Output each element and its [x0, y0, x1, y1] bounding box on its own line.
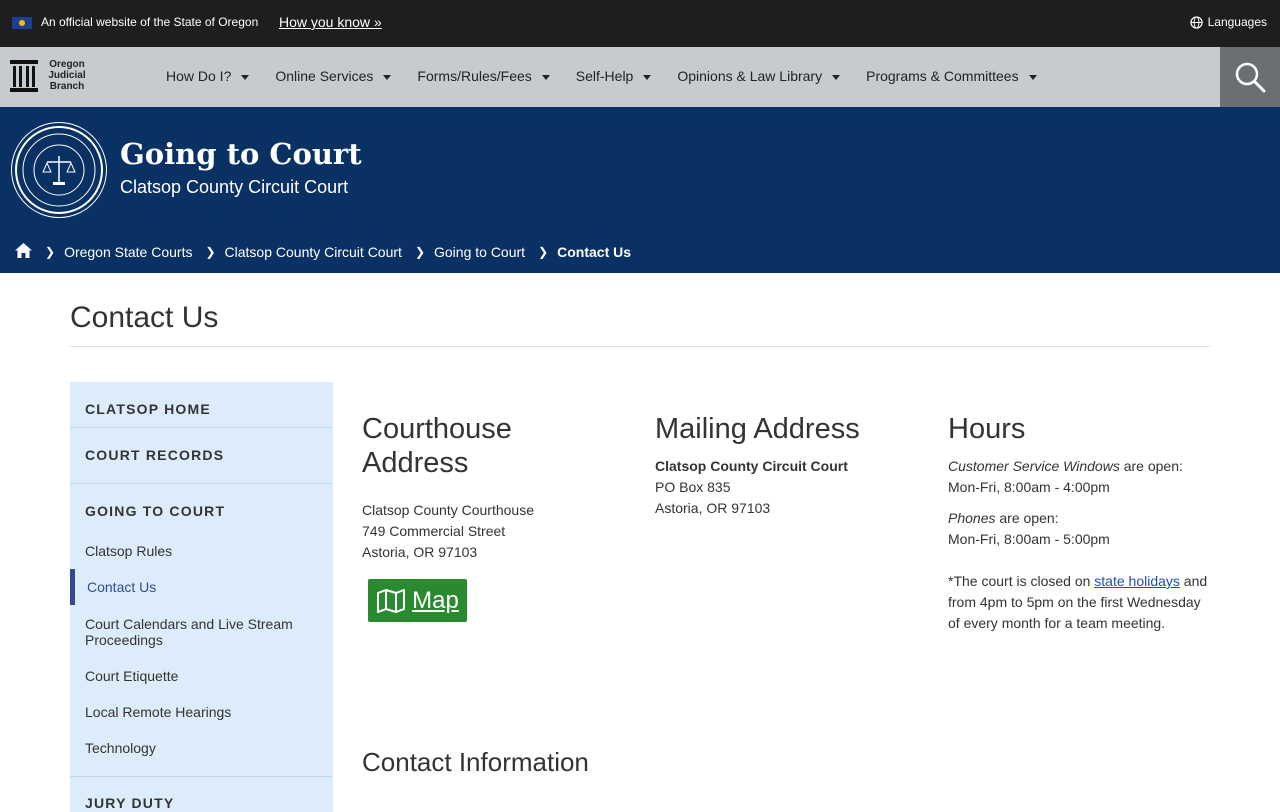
breadcrumb: ❯ Oregon State Courts ❯ Clatsop County C…: [15, 243, 631, 261]
csw-label: Customer Service Windows: [948, 458, 1120, 474]
menu-online-services[interactable]: Online Services: [275, 68, 392, 84]
sidebar: CLATSOP HOME COURT RECORDS GOING TO COUR…: [70, 382, 333, 812]
search-button[interactable]: [1220, 47, 1280, 107]
sidebar-item-clatsop-rules[interactable]: Clatsop Rules: [85, 543, 315, 559]
caret-down-icon: [1028, 75, 1037, 80]
menu-label: Forms/Rules/Fees: [417, 68, 532, 84]
breadcrumb-item[interactable]: Going to Court: [434, 244, 525, 260]
logo-line: Judicial: [48, 70, 86, 81]
caret-down-icon: [241, 75, 250, 80]
official-text: An official website of the State of Oreg…: [41, 15, 259, 29]
menu-forms-rules-fees[interactable]: Forms/Rules/Fees: [417, 68, 550, 84]
courthouse-heading: Courthouse Address: [362, 413, 512, 479]
menu-label: Opinions & Law Library: [677, 68, 823, 84]
languages-button[interactable]: Languages: [1189, 15, 1267, 29]
chevron-right-icon: ❯: [205, 245, 216, 259]
logo-text: Oregon Judicial Branch: [44, 59, 90, 92]
how-you-know-link[interactable]: How you know »: [279, 14, 382, 30]
address-line: 749 Commercial Street: [362, 523, 506, 539]
chevron-right-icon: ❯: [414, 245, 425, 259]
caret-down-icon: [643, 75, 652, 80]
mailing-line: PO Box 835: [655, 479, 731, 495]
map-icon: [377, 588, 406, 613]
menu-label: How Do I?: [166, 68, 232, 84]
address-line: Clatsop County Courthouse: [362, 502, 534, 518]
sidebar-section-jury-duty[interactable]: JURY DUTY: [85, 795, 174, 811]
phones-suffix: are open:: [995, 510, 1059, 526]
breadcrumb-current: Contact Us: [557, 244, 632, 260]
address-line: Astoria, OR 97103: [362, 544, 478, 560]
sidebar-item-court-etiquette[interactable]: Court Etiquette: [85, 668, 315, 684]
mailing-line: Astoria, OR 97103: [655, 500, 771, 516]
sidebar-section-clatsop-home[interactable]: CLATSOP HOME: [85, 401, 211, 417]
home-icon: [15, 243, 32, 258]
sidebar-divider: [70, 776, 333, 777]
csw-time: Mon-Fri, 8:00am - 4:00pm: [948, 479, 1110, 495]
sidebar-section-going-to-court[interactable]: GOING TO COURT: [85, 503, 225, 519]
breadcrumb-item[interactable]: Oregon State Courts: [64, 244, 192, 260]
caret-down-icon: [383, 75, 392, 80]
judicial-seal-icon: [15, 126, 103, 214]
csw-suffix: are open:: [1119, 458, 1183, 474]
breadcrumb-home[interactable]: [15, 243, 32, 261]
menu-opinions-law-library[interactable]: Opinions & Law Library: [677, 68, 841, 84]
closure-prefix: *The court is closed on: [948, 573, 1095, 589]
oregon-flag-icon: [12, 17, 32, 29]
sidebar-item-local-remote-hearings[interactable]: Local Remote Hearings: [85, 704, 315, 720]
hero-title: Going to Court: [120, 137, 362, 171]
caret-down-icon: [541, 75, 550, 80]
mailing-address: Mailing Address Clatsop County Circuit C…: [655, 412, 915, 519]
globe-icon: [1189, 15, 1203, 29]
phones-time: Mon-Fri, 8:00am - 5:00pm: [948, 531, 1110, 547]
menu-label: Online Services: [275, 68, 374, 84]
menu-label: Self-Help: [575, 68, 634, 84]
hero-subtitle: Clatsop County Circuit Court: [120, 177, 349, 197]
contact-heading: Contact Information: [362, 747, 589, 777]
hours: Hours Customer Service Windows are open:…: [948, 412, 1210, 634]
csw-hours: Customer Service Windows are open:: [948, 456, 1210, 477]
active-indicator: [70, 569, 75, 605]
search-icon: [1235, 62, 1266, 93]
sidebar-item-technology[interactable]: Technology: [85, 740, 315, 756]
caret-down-icon: [832, 75, 841, 80]
pillar-logo-icon: [10, 59, 38, 92]
state-holidays-link[interactable]: state holidays: [1094, 573, 1180, 589]
menu-self-help[interactable]: Self-Help: [576, 68, 652, 84]
courthouse-address: Courthouse Address Clatsop County Courth…: [362, 412, 612, 563]
page-title: Contact Us: [70, 301, 219, 334]
menu-how-do-i[interactable]: How Do I?: [166, 68, 250, 84]
logo-line: Oregon: [49, 59, 85, 70]
closure-note: *The court is closed on state holidays a…: [948, 571, 1210, 634]
page-hero: Going to Court Clatsop County Circuit Co…: [0, 107, 1280, 273]
mailing-name: Clatsop County Circuit Court: [655, 458, 848, 474]
main-nav: Oregon Judicial Branch How Do I? Online …: [0, 47, 1280, 107]
sidebar-section-court-records[interactable]: COURT RECORDS: [85, 447, 224, 463]
phones-label: Phones: [948, 510, 996, 526]
title-divider: [70, 346, 1210, 347]
phone-hours: Phones are open:: [948, 508, 1210, 529]
main-menu: How Do I? Online Services Forms/Rules/Fe…: [166, 68, 1063, 84]
sidebar-divider: [70, 427, 333, 428]
sidebar-item-contact-us[interactable]: Contact Us: [87, 579, 317, 595]
chevron-right-icon: ❯: [45, 245, 56, 259]
sidebar-item-court-calendars[interactable]: Court Calendars and Live Stream Proceedi…: [85, 616, 315, 648]
ojd-logo[interactable]: Oregon Judicial Branch: [10, 59, 90, 92]
menu-label: Programs & Committees: [866, 68, 1019, 84]
sidebar-divider: [70, 483, 333, 484]
breadcrumb-item[interactable]: Clatsop County Circuit Court: [225, 244, 402, 260]
mailing-heading: Mailing Address: [655, 413, 860, 445]
chevron-right-icon: ❯: [538, 245, 549, 259]
languages-label: Languages: [1207, 15, 1267, 29]
official-banner: An official website of the State of Oreg…: [0, 0, 1280, 47]
menu-programs-committees[interactable]: Programs & Committees: [866, 68, 1037, 84]
logo-line: Branch: [49, 81, 85, 92]
hours-heading: Hours: [948, 413, 1026, 445]
map-label: Map: [412, 586, 459, 614]
map-button[interactable]: Map: [368, 579, 467, 622]
